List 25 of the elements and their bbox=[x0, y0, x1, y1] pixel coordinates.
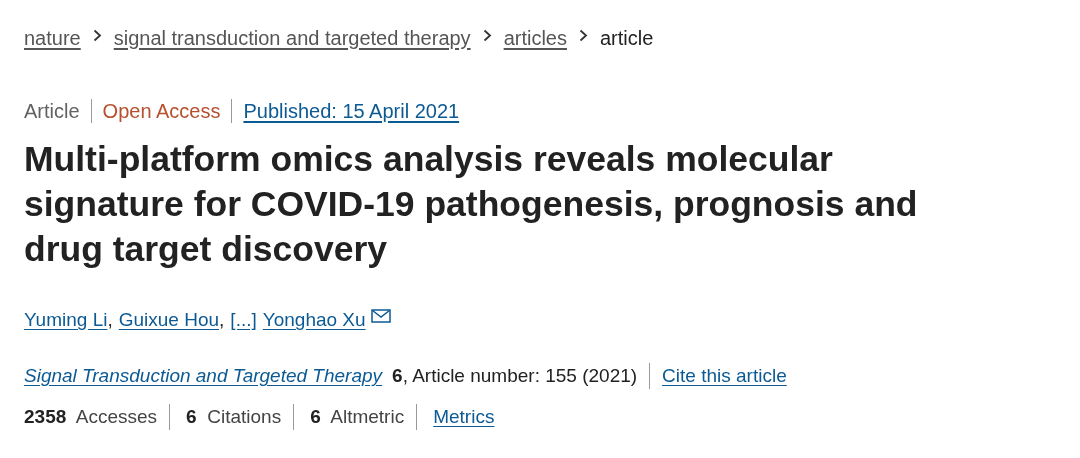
journal-link[interactable]: Signal Transduction and Targeted Therapy bbox=[24, 365, 383, 387]
published-date-link[interactable]: Published: 15 April 2021 bbox=[243, 99, 460, 123]
cite-link[interactable]: Cite this article bbox=[662, 365, 787, 387]
chevron-icon bbox=[92, 28, 102, 42]
breadcrumb-link[interactable]: signal transduction and targeted therapy bbox=[113, 26, 471, 50]
metric-count: 6 Citations bbox=[186, 406, 282, 428]
breadcrumb-current: article bbox=[600, 26, 654, 50]
author-link[interactable]: Yuming Li bbox=[24, 309, 108, 331]
author-separator: , bbox=[107, 309, 113, 331]
article-title: Multi-platform omics analysis reveals molecular signature for COVID-19 pathogenesis, prognosis and drug target discovery bbox=[24, 138, 919, 271]
metrics-link[interactable]: Metrics bbox=[433, 406, 495, 428]
open-access-label: Open Access bbox=[102, 99, 221, 123]
author-separator: , bbox=[219, 309, 225, 331]
chevron-icon bbox=[482, 28, 492, 42]
breadcrumb-link[interactable]: articles bbox=[503, 26, 567, 50]
article-type: Article bbox=[24, 99, 80, 123]
metric-count: 2358 Accesses bbox=[24, 406, 158, 428]
email-icon[interactable] bbox=[370, 309, 391, 323]
metric-count: 6 Altmetric bbox=[310, 406, 405, 428]
author-link[interactable]: Guixue Hou bbox=[118, 309, 220, 331]
author-link[interactable]: [...] bbox=[230, 309, 257, 331]
breadcrumb-link[interactable]: nature bbox=[24, 26, 81, 50]
citation-details: 6, Article number: 155 (2021) bbox=[392, 365, 638, 387]
chevron-icon bbox=[579, 28, 588, 42]
author-link[interactable]: Yonghao Xu bbox=[262, 309, 366, 331]
